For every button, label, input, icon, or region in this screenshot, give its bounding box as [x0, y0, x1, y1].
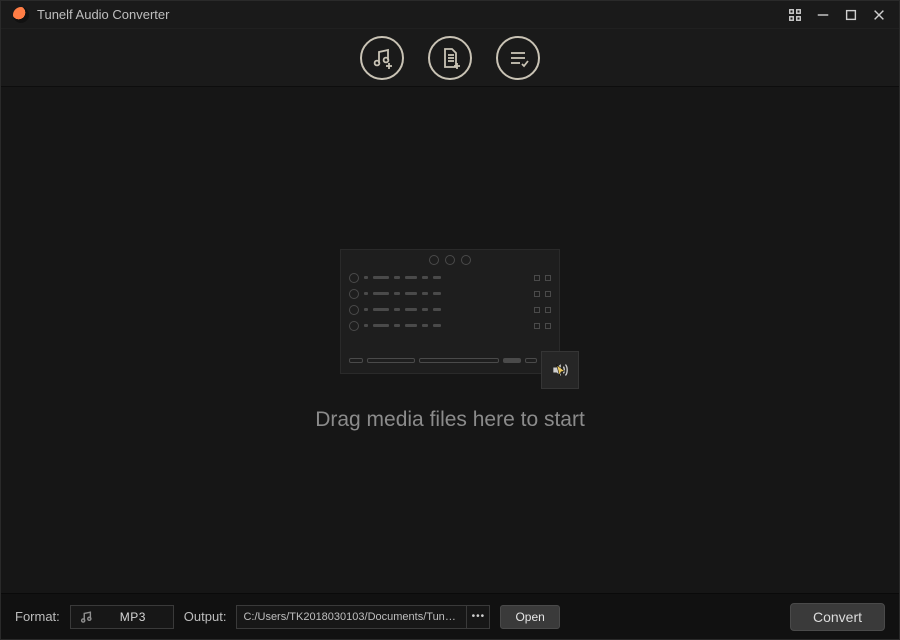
titlebar: Tunelf Audio Converter: [1, 1, 899, 29]
drop-zone[interactable]: Drag media files here to start: [1, 87, 899, 593]
toolbar: [1, 29, 899, 87]
illustration-mixer: [340, 249, 560, 374]
cursor-icon: [555, 364, 569, 383]
convert-button[interactable]: Convert: [790, 603, 885, 631]
output-path-group: •••: [236, 605, 490, 629]
format-value: MP3: [101, 610, 165, 624]
minimize-button[interactable]: [809, 1, 837, 29]
music-plus-icon: [370, 46, 394, 70]
maximize-icon: [844, 8, 858, 22]
app-logo-icon: [13, 7, 29, 23]
open-output-button[interactable]: Open: [500, 605, 559, 629]
add-music-button[interactable]: [360, 36, 404, 80]
app-window: Tunelf Audio Converter: [0, 0, 900, 640]
bottom-bar: Format: MP3 Output: ••• Open Convert: [1, 593, 899, 639]
file-plus-icon: [438, 46, 462, 70]
format-selector[interactable]: MP3: [70, 605, 174, 629]
illus-dot-icon: [445, 255, 455, 265]
list-check-icon: [506, 46, 530, 70]
close-button[interactable]: [865, 1, 893, 29]
close-icon: [872, 8, 886, 22]
list-options-button[interactable]: [496, 36, 540, 80]
music-note-icon: [79, 610, 93, 624]
browse-output-button[interactable]: •••: [466, 605, 490, 629]
menu-grid-icon: [788, 8, 802, 22]
illus-dot-icon: [461, 255, 471, 265]
output-path-input[interactable]: [236, 605, 466, 629]
minimize-icon: [816, 8, 830, 22]
illus-dot-icon: [429, 255, 439, 265]
format-label: Format:: [15, 609, 60, 624]
maximize-button[interactable]: [837, 1, 865, 29]
output-label: Output:: [184, 609, 227, 624]
menu-button[interactable]: [781, 1, 809, 29]
drop-text: Drag media files here to start: [315, 408, 585, 432]
app-title: Tunelf Audio Converter: [37, 7, 169, 22]
add-file-button[interactable]: [428, 36, 472, 80]
